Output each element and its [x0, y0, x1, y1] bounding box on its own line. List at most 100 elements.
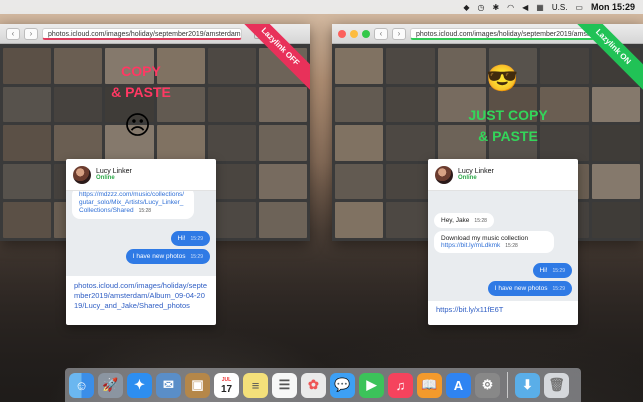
- photo-thumbnail[interactable]: [591, 125, 640, 161]
- photo-thumbnail[interactable]: [335, 163, 384, 200]
- photo-thumbnail[interactable]: [258, 163, 307, 200]
- menubar-clock[interactable]: Mon 15:29: [591, 2, 635, 12]
- photo-thumbnail[interactable]: [54, 86, 103, 123]
- photo-thumbnail[interactable]: [386, 125, 435, 161]
- slogan-just-copy-paste: JUST COPY & PASTE: [448, 105, 568, 147]
- message-input[interactable]: photos.icloud.com/images/holiday/septemb…: [66, 276, 216, 316]
- photo-thumbnail[interactable]: [54, 48, 103, 84]
- photo-thumbnail[interactable]: [207, 48, 256, 84]
- message-link[interactable]: https://bit.ly/mLdkmk: [441, 242, 500, 249]
- system-preferences-icon[interactable]: ⚙: [475, 372, 500, 398]
- chat-window-left: Lucy Linker Online https://mdzzz.com/mus…: [66, 159, 216, 325]
- message-bubble[interactable]: Hi! 15:29: [532, 263, 572, 278]
- forward-button[interactable]: ›: [392, 27, 406, 40]
- photo-thumbnail[interactable]: [3, 86, 52, 123]
- battery-icon[interactable]: ▭: [575, 3, 583, 12]
- app-store-icon[interactable]: A: [446, 372, 471, 398]
- photo-thumbnail[interactable]: [591, 202, 640, 238]
- message-bubble[interactable]: https://mdzzz.com/music/collections/guta…: [72, 191, 194, 219]
- zoom-window-button[interactable]: [362, 29, 370, 38]
- slogan-line-2: & PASTE: [111, 84, 171, 100]
- photo-thumbnail[interactable]: [335, 125, 384, 161]
- close-window-button[interactable]: [338, 29, 346, 38]
- messages-icon[interactable]: 💬: [330, 372, 355, 398]
- photo-thumbnail[interactable]: [386, 86, 435, 123]
- photo-thumbnail[interactable]: [335, 48, 384, 84]
- photo-thumbnail[interactable]: [258, 125, 307, 161]
- launchpad-icon[interactable]: 🚀: [98, 372, 123, 398]
- menu-bar: ◆ ◷ ✱ ◠ ◀ ▦ U.S. ▭ Mon 15:29: [0, 0, 643, 14]
- message-time: 15:29: [190, 254, 203, 260]
- slogan-line-1: JUST COPY: [468, 107, 548, 123]
- message-input[interactable]: https://bit.ly/x11fE6T: [428, 301, 578, 320]
- sunglasses-face-icon: 😎: [486, 63, 519, 93]
- message-bubble[interactable]: Hey, Jake 15:28: [434, 213, 494, 228]
- avatar[interactable]: [435, 165, 453, 184]
- slogan-line-1: COPY: [121, 63, 161, 79]
- avatar[interactable]: [73, 165, 91, 184]
- photo-thumbnail[interactable]: [540, 48, 589, 84]
- safari-icon[interactable]: ✦: [127, 372, 152, 398]
- photo-thumbnail[interactable]: [3, 202, 52, 238]
- photo-thumbnail[interactable]: [335, 202, 384, 238]
- finder-icon[interactable]: ☺: [69, 372, 94, 398]
- music-icon[interactable]: ♫: [388, 372, 413, 398]
- message-bubble[interactable]: Hi! 15:29: [170, 231, 210, 246]
- contact-name: Lucy Linker: [96, 168, 132, 175]
- photo-thumbnail[interactable]: [3, 163, 52, 200]
- contact-status: Online: [96, 175, 115, 181]
- message-bubble[interactable]: I have new photos 15:29: [125, 249, 210, 264]
- time-machine-icon[interactable]: ◷: [477, 3, 484, 12]
- mail-icon[interactable]: ✉: [156, 372, 181, 398]
- photo-thumbnail[interactable]: [591, 163, 640, 200]
- reminders-icon[interactable]: ☰: [272, 372, 297, 398]
- forward-button[interactable]: ›: [24, 27, 38, 40]
- dropbox-icon[interactable]: ◆: [463, 3, 469, 12]
- contacts-icon[interactable]: ▣: [185, 372, 210, 398]
- photo-thumbnail[interactable]: [207, 125, 256, 161]
- photo-thumbnail[interactable]: [156, 125, 205, 161]
- photo-thumbnail[interactable]: [3, 125, 52, 161]
- message-text: Hi!: [177, 235, 186, 242]
- photos-icon[interactable]: ✿: [301, 372, 326, 398]
- trash-icon[interactable]: 🗑: [544, 372, 569, 398]
- facetime-icon[interactable]: ▶: [359, 372, 384, 398]
- wifi-icon[interactable]: ◠: [507, 3, 514, 12]
- photo-thumbnail[interactable]: [54, 125, 103, 161]
- flag-icon[interactable]: ▦: [536, 3, 544, 12]
- photo-thumbnail[interactable]: [3, 48, 52, 84]
- message-time: 15:28: [505, 243, 518, 249]
- back-button[interactable]: ‹: [374, 27, 388, 40]
- message-time: 15:28: [138, 208, 152, 214]
- notes-icon[interactable]: ≡: [243, 372, 268, 398]
- message-text: I have new photos: [132, 253, 186, 260]
- photo-thumbnail[interactable]: [258, 86, 307, 123]
- input-language[interactable]: U.S.: [552, 3, 568, 12]
- slogan-copy-paste: COPY & PASTE: [100, 61, 182, 103]
- address-bar[interactable]: photos.icloud.com/images/holiday/septemb…: [410, 27, 595, 40]
- message-bubble[interactable]: Download my music collection https://bit…: [434, 231, 554, 253]
- photo-thumbnail[interactable]: [258, 202, 307, 238]
- books-icon[interactable]: 📖: [417, 372, 442, 398]
- back-button[interactable]: ‹: [6, 27, 20, 40]
- minimize-window-button[interactable]: [350, 29, 358, 38]
- message-link[interactable]: https://mdzzz.com/music/collections/guta…: [79, 191, 184, 214]
- photo-thumbnail[interactable]: [335, 86, 384, 123]
- photo-thumbnail[interactable]: [386, 48, 435, 84]
- message-text: I have new photos: [494, 285, 548, 292]
- volume-icon[interactable]: ◀: [522, 3, 528, 12]
- message-time: 15:29: [552, 286, 565, 292]
- calendar-icon[interactable]: JUL 17: [214, 372, 239, 398]
- photo-thumbnail[interactable]: [437, 48, 486, 84]
- downloads-folder-icon[interactable]: ⬇: [515, 372, 540, 398]
- message-time: 15:28: [474, 218, 487, 224]
- dock-separator: [507, 372, 508, 398]
- slogan-line-2: & PASTE: [478, 128, 538, 144]
- photo-thumbnail[interactable]: [591, 86, 640, 123]
- photo-thumbnail[interactable]: [207, 86, 256, 123]
- bluetooth-icon[interactable]: ✱: [492, 3, 499, 12]
- message-text: Hey, Jake: [441, 217, 470, 224]
- message-bubble[interactable]: I have new photos 15:29: [487, 281, 572, 296]
- chat-header: Lucy Linker Online: [428, 159, 578, 191]
- address-bar[interactable]: photos.icloud.com/images/holiday/septemb…: [42, 27, 242, 40]
